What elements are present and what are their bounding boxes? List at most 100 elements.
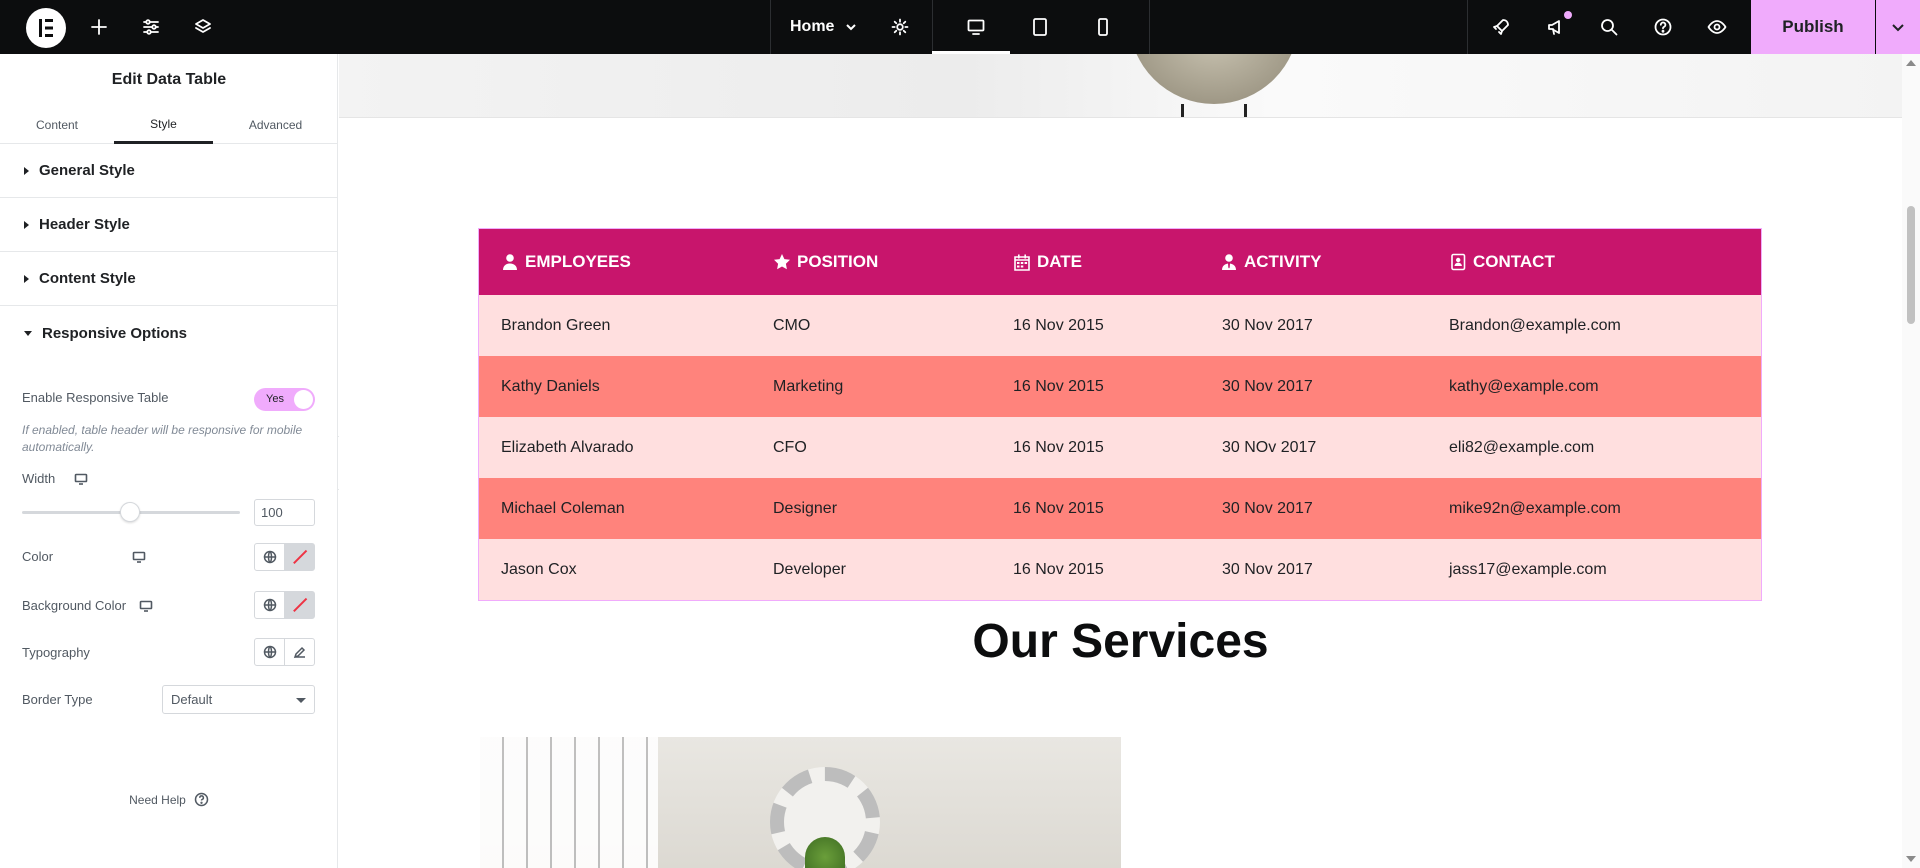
- section-label: Header Style: [39, 216, 130, 233]
- editor-panel: Edit Data Table Content Style Advanced G…: [0, 54, 338, 868]
- header-label: EMPLOYEES: [525, 252, 631, 271]
- desktop-icon[interactable]: [74, 472, 88, 486]
- table-cell: jass17@example.com: [1449, 560, 1607, 578]
- chair-leg: [1181, 104, 1184, 117]
- table-cell: 16 Nov 2015: [1013, 438, 1104, 456]
- section-label: General Style: [39, 162, 135, 179]
- border-type-select[interactable]: Default: [162, 685, 315, 714]
- enable-responsive-label: Enable Responsive Table: [22, 390, 169, 405]
- tablet-icon[interactable]: [1020, 0, 1060, 54]
- color-swatch-empty[interactable]: [284, 592, 314, 618]
- gear-icon[interactable]: [885, 0, 915, 54]
- table-cell: CMO: [773, 316, 811, 334]
- header-label: POSITION: [797, 252, 879, 271]
- border-type-value: Default: [171, 692, 213, 707]
- publish-options-button[interactable]: [1876, 0, 1920, 54]
- color-control: [254, 543, 315, 571]
- tab-advanced[interactable]: Advanced: [213, 106, 338, 144]
- caret-right-icon: [24, 220, 29, 229]
- header-label: DATE: [1037, 252, 1083, 271]
- page-name: Home: [790, 18, 835, 35]
- background-color-label: Background Color: [22, 598, 127, 613]
- help-icon[interactable]: [1648, 0, 1678, 54]
- table-cell: 30 Nov 2017: [1222, 560, 1313, 578]
- table-header-activity: ACTIVITY: [1220, 229, 1321, 295]
- user-tie-icon: [1222, 254, 1236, 270]
- canvas-scrollbar[interactable]: [1902, 54, 1920, 868]
- section-content-style[interactable]: Content Style: [0, 252, 338, 306]
- globe-icon[interactable]: [255, 639, 284, 665]
- publish-button[interactable]: Publish: [1751, 0, 1875, 54]
- table-row: Kathy Daniels Marketing 16 Nov 2015 30 N…: [479, 356, 1761, 417]
- section-responsive-options[interactable]: Responsive Options: [0, 306, 338, 360]
- table-cell: Developer: [773, 560, 846, 578]
- desktop-icon[interactable]: [132, 550, 146, 564]
- table-header-employees: EMPLOYEES: [501, 229, 631, 295]
- table-cell: 16 Nov 2015: [1013, 560, 1104, 578]
- table-header-date: DATE: [1013, 229, 1082, 295]
- caret-right-icon: [24, 274, 29, 283]
- services-heading: Our Services: [972, 615, 1269, 668]
- plus-icon[interactable]: [84, 0, 114, 54]
- tab-content[interactable]: Content: [0, 106, 114, 144]
- table-cell: 16 Nov 2015: [1013, 377, 1104, 395]
- panel-title: Edit Data Table: [111, 71, 227, 88]
- pencil-icon[interactable]: [284, 639, 314, 665]
- typography-label: Typography: [22, 645, 90, 660]
- scroll-down-arrow[interactable]: [1906, 856, 1916, 862]
- table-cell: CFO: [773, 438, 807, 456]
- header-label: ACTIVITY: [1244, 252, 1322, 271]
- table-cell: Brandon Green: [501, 316, 611, 334]
- need-help-link[interactable]: Need Help: [0, 792, 338, 807]
- user-icon: [503, 254, 517, 270]
- chair-leg: [1244, 104, 1247, 117]
- color-label: Color: [22, 549, 54, 564]
- section-header-style[interactable]: Header Style: [0, 198, 338, 252]
- preview-canvas: EMPLOYEES POSITION DATE ACTIVITY CONTACT…: [339, 54, 1902, 868]
- table-cell: 16 Nov 2015: [1013, 316, 1104, 334]
- chair-shape: [1129, 54, 1299, 104]
- folding-screen: [480, 737, 658, 868]
- sliders-icon[interactable]: [136, 0, 166, 54]
- page-selector[interactable]: Home: [790, 0, 858, 54]
- table-cell: kathy@example.com: [1449, 377, 1599, 395]
- table-cell: Marketing: [773, 377, 844, 395]
- tab-style[interactable]: Style: [114, 106, 213, 144]
- desktop-icon[interactable]: [956, 0, 996, 54]
- scroll-up-arrow[interactable]: [1906, 60, 1916, 66]
- caret-right-icon: [24, 166, 29, 175]
- width-input[interactable]: [254, 499, 315, 526]
- caret-down-icon: [24, 330, 32, 336]
- globe-icon[interactable]: [255, 544, 284, 570]
- elementor-logo-icon[interactable]: [26, 8, 66, 48]
- megaphone-icon[interactable]: [1541, 0, 1571, 54]
- table-cell: Elizabeth Alvarado: [501, 438, 634, 456]
- data-table[interactable]: EMPLOYEES POSITION DATE ACTIVITY CONTACT…: [478, 228, 1762, 601]
- section-label: Responsive Options: [42, 324, 188, 342]
- table-cell: eli82@example.com: [1449, 438, 1595, 456]
- search-icon[interactable]: [1594, 0, 1624, 54]
- section-general-style[interactable]: General Style: [0, 144, 338, 198]
- table-cell: Brandon@example.com: [1449, 316, 1621, 334]
- color-swatch-empty[interactable]: [284, 544, 314, 570]
- table-cell: 30 Nov 2017: [1222, 377, 1313, 395]
- chevron-down-icon: [1892, 24, 1904, 32]
- scroll-thumb[interactable]: [1907, 206, 1915, 324]
- chevron-down-icon: [846, 24, 857, 31]
- need-help-label: Need Help: [129, 792, 186, 807]
- desktop-icon[interactable]: [139, 599, 153, 613]
- help-icon: [194, 792, 209, 807]
- layers-icon[interactable]: [188, 0, 218, 54]
- width-slider-handle[interactable]: [120, 502, 140, 522]
- rocket-icon[interactable]: [1486, 0, 1516, 54]
- table-row: Brandon Green CMO 16 Nov 2015 30 Nov 201…: [479, 295, 1761, 356]
- hero-image: [339, 54, 1902, 118]
- globe-icon[interactable]: [255, 592, 284, 618]
- eye-icon[interactable]: [1702, 0, 1732, 54]
- service-image: [480, 737, 1121, 868]
- mobile-icon[interactable]: [1083, 0, 1123, 54]
- contact-book-icon: [1451, 253, 1466, 271]
- table-header-contact: CONTACT: [1449, 229, 1555, 295]
- enable-responsive-toggle[interactable]: Yes: [254, 388, 315, 411]
- table-cell: Jason Cox: [501, 560, 577, 578]
